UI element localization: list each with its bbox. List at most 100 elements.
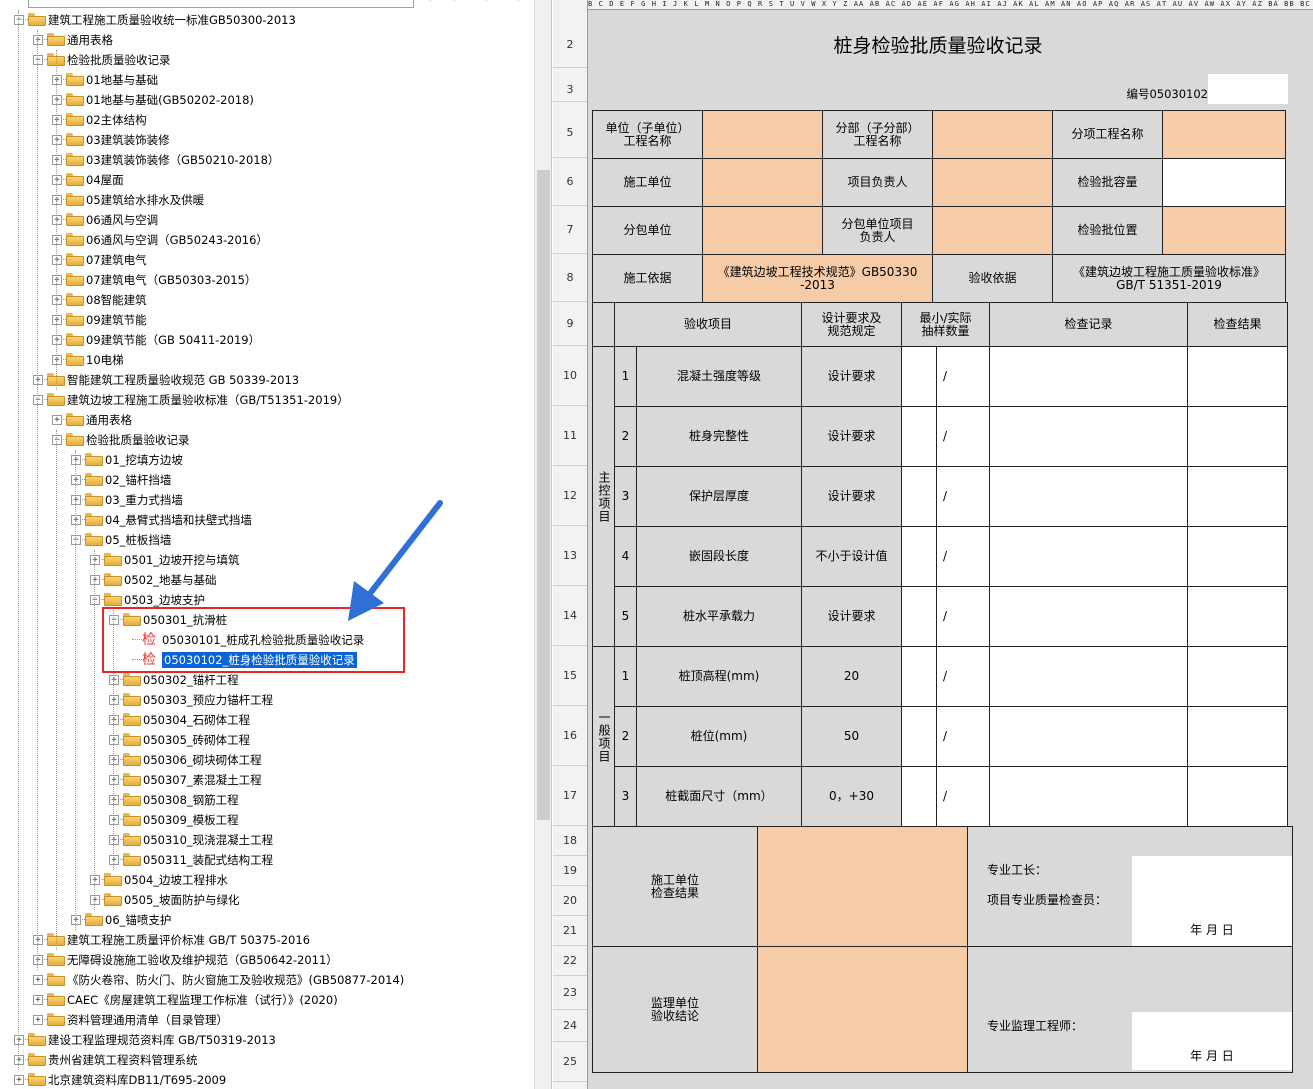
tree-node[interactable]: +050308_钢筋工程	[0, 790, 530, 810]
tree-node[interactable]: − 05_桩板挡墙	[0, 530, 530, 550]
actual-sample-input[interactable]: /	[936, 586, 990, 647]
project-leader-label[interactable]: 项目负责人	[822, 158, 933, 207]
tree-node-label[interactable]: 07建筑电气	[86, 252, 147, 268]
item-name-value[interactable]	[1162, 110, 1286, 159]
sub-name-label[interactable]: 分部（子分部） 工程名称	[822, 110, 933, 159]
min-sample-input[interactable]	[901, 526, 937, 587]
row-number[interactable]: 22	[553, 946, 587, 976]
tree-node-label[interactable]: 050308_钢筋工程	[143, 792, 239, 808]
tree-node-label[interactable]: 建筑边坡工程施工质量验收标准（GB/T51351-2019）	[67, 392, 349, 408]
expand-icon[interactable]: +	[14, 1035, 24, 1045]
tree-node-label[interactable]: 06通风与空调	[86, 212, 158, 228]
row-number[interactable]: 23	[553, 976, 587, 1010]
main-group-label[interactable]: 主控项目	[592, 346, 615, 647]
row-number[interactable]: 3	[553, 78, 587, 102]
construction-result-label[interactable]: 施工单位 检查结果	[592, 826, 758, 947]
tree-node[interactable]: +01地基与基础(GB50202-2018)	[0, 90, 530, 110]
check-record-input[interactable]	[989, 706, 1188, 767]
check-record-input[interactable]	[989, 646, 1188, 707]
tree-node[interactable]: +02主体结构	[0, 110, 530, 130]
acceptance-basis-label[interactable]: 验收依据	[932, 254, 1053, 303]
construction-unit-value[interactable]	[702, 158, 823, 207]
subcontract-leader-label[interactable]: 分包单位项目 负责人	[822, 206, 933, 255]
form-code-input[interactable]	[1208, 74, 1288, 104]
expand-icon[interactable]: +	[33, 35, 43, 45]
tree-node-label[interactable]: 0501_边坡开挖与填筑	[124, 552, 240, 568]
tree-node[interactable]: +050309_模板工程	[0, 810, 530, 830]
check-record-input[interactable]	[989, 406, 1188, 467]
tree-node[interactable]: +03_重力式挡墙	[0, 490, 530, 510]
tree-node[interactable]: − 检验批质量验收记录	[0, 430, 530, 450]
item-name[interactable]: 桩位(mm)	[636, 706, 802, 767]
tree-node-label[interactable]: 03_重力式挡墙	[105, 492, 183, 508]
row-number[interactable]: 20	[553, 886, 587, 916]
item-requirement[interactable]: 设计要求	[801, 406, 902, 467]
expand-icon[interactable]: +	[52, 315, 62, 325]
tree-node-label[interactable]: 03建筑装饰装修	[86, 132, 170, 148]
tree-node[interactable]: + 贵州省建筑工程资料管理系统	[0, 1050, 530, 1070]
min-sample-input[interactable]	[901, 706, 937, 767]
row-number[interactable]: 24	[553, 1010, 587, 1042]
expand-icon[interactable]: +	[14, 1055, 24, 1065]
tree-node[interactable]: +06_锚喷支护	[0, 910, 530, 930]
check-record-input[interactable]	[989, 526, 1188, 587]
tree-node[interactable]: +07建筑电气	[0, 250, 530, 270]
item-requirement[interactable]: 0，+30	[801, 766, 902, 827]
tree-node[interactable]: +050307_素混凝土工程	[0, 770, 530, 790]
tree-node[interactable]: +09建筑节能	[0, 310, 530, 330]
expand-icon[interactable]: +	[52, 95, 62, 105]
check-record-input[interactable]	[989, 346, 1188, 407]
search-icon[interactable]: ⌕	[424, 0, 440, 6]
actual-sample-input[interactable]: /	[936, 766, 990, 827]
item-requirement[interactable]: 50	[801, 706, 902, 767]
actual-sample-input[interactable]: /	[936, 406, 990, 467]
item-name[interactable]: 桩水平承载力	[636, 586, 802, 647]
tree-node[interactable]: +04_悬臂式挡墙和扶壁式挡墙	[0, 510, 530, 530]
item-number[interactable]: 2	[614, 406, 637, 467]
expand-icon[interactable]: +	[71, 455, 81, 465]
tree-node-label[interactable]: 建筑工程施工质量评价标准 GB/T 50375-2016	[67, 932, 310, 948]
tree-node-label[interactable]: 050306_砌块砌体工程	[143, 752, 262, 768]
expand-icon[interactable]: +	[90, 875, 100, 885]
batch-capacity-label[interactable]: 检验批容量	[1052, 158, 1163, 207]
tree-node-label[interactable]: 0502_地基与基础	[124, 572, 217, 588]
expand-icon[interactable]: +	[90, 575, 100, 585]
tree-node-label[interactable]: 06通风与空调（GB50243-2016）	[86, 232, 268, 248]
tree-node-label[interactable]: 05_桩板挡墙	[105, 532, 171, 548]
row-number[interactable]: 16	[553, 706, 587, 766]
tree-node[interactable]: +06通风与空调	[0, 210, 530, 230]
expand-icon[interactable]: +	[52, 195, 62, 205]
min-sample-input[interactable]	[901, 466, 937, 527]
tree-node-label[interactable]: 04_悬臂式挡墙和扶壁式挡墙	[105, 512, 252, 528]
item-name-label[interactable]: 分项工程名称	[1052, 110, 1163, 159]
min-sample-input[interactable]	[901, 766, 937, 827]
tree-node[interactable]: +0501_边坡开挖与填筑	[0, 550, 530, 570]
expand-icon[interactable]: +	[52, 335, 62, 345]
column-sample-header[interactable]: 最小/实际 抽样数量	[901, 302, 990, 347]
project-leader-value[interactable]	[932, 158, 1053, 207]
tree-node[interactable]: +0504_边坡工程排水	[0, 870, 530, 890]
tree-node[interactable]: + 资料管理通用清单（目录管理）	[0, 1010, 530, 1030]
expand-icon[interactable]: +	[33, 955, 43, 965]
item-requirement[interactable]: 设计要求	[801, 586, 902, 647]
subcontract-leader-value[interactable]	[932, 206, 1053, 255]
expand-icon[interactable]: +	[33, 995, 43, 1005]
item-requirement[interactable]: 设计要求	[801, 466, 902, 527]
item-name[interactable]: 桩身完整性	[636, 406, 802, 467]
row-number[interactable]: 11	[553, 406, 587, 466]
tree-node[interactable]: + CAEC《房屋建筑工程监理工作标准（试行）》(2020)	[0, 990, 530, 1010]
expand-icon[interactable]: +	[109, 755, 119, 765]
check-result-input[interactable]	[1187, 586, 1288, 647]
row-number[interactable]: 21	[553, 916, 587, 946]
tree-node[interactable]: +050304_石砌体工程	[0, 710, 530, 730]
min-sample-input[interactable]	[901, 406, 937, 467]
expand-icon[interactable]: +	[71, 515, 81, 525]
expand-icon[interactable]: +	[52, 115, 62, 125]
tree-node-label[interactable]: 通用表格	[86, 412, 132, 428]
tree-node[interactable]: +05建筑给水排水及供暖	[0, 190, 530, 210]
row-number[interactable]: 14	[553, 586, 587, 646]
column-item-header[interactable]: 验收项目	[614, 302, 802, 347]
actual-sample-input[interactable]: /	[936, 346, 990, 407]
expand-icon[interactable]: +	[109, 735, 119, 745]
row-number[interactable]: 13	[553, 526, 587, 586]
